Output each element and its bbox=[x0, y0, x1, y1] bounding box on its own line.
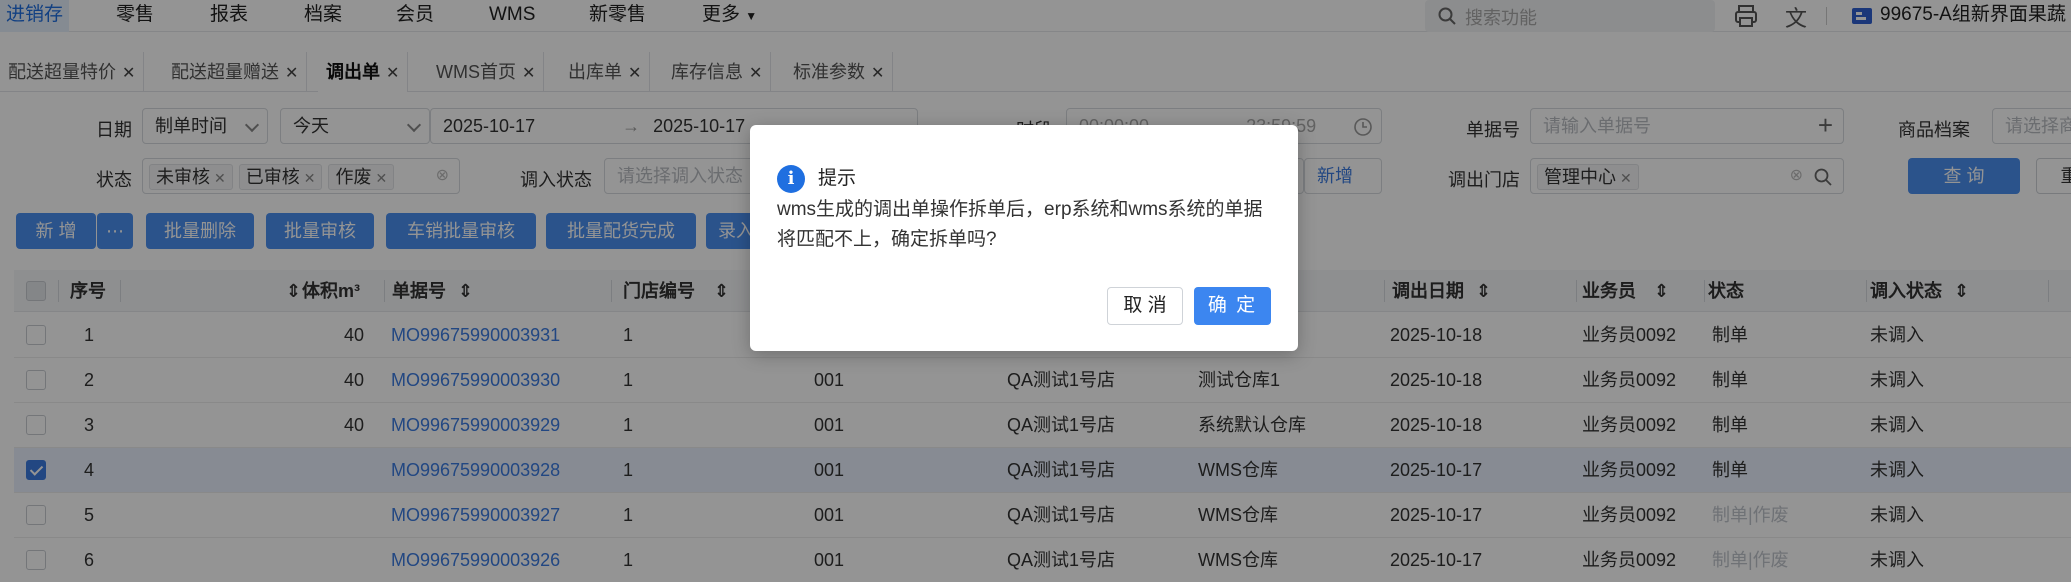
dialog-message: wms生成的调出单操作拆单后，erp系统和wms系统的单据将匹配不上，确定拆单吗… bbox=[777, 199, 1263, 250]
confirm-dialog: i 提示 wms生成的调出单操作拆单后，erp系统和wms系统的单据将匹配不上，… bbox=[750, 125, 1298, 351]
confirm-button[interactable]: 确 定 bbox=[1194, 287, 1271, 325]
cancel-button[interactable]: 取 消 bbox=[1107, 287, 1183, 325]
dialog-title: 提示 bbox=[818, 168, 857, 189]
info-icon: i bbox=[777, 165, 805, 193]
